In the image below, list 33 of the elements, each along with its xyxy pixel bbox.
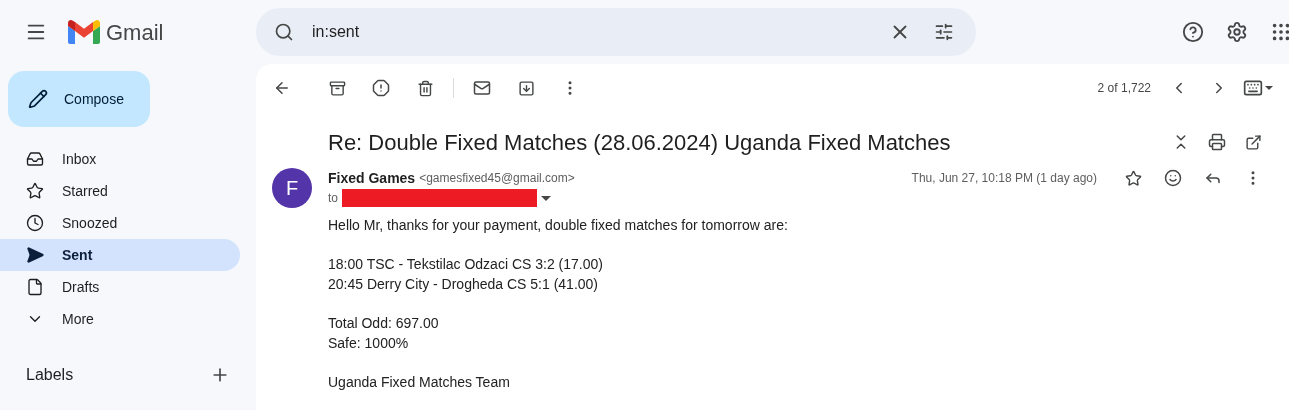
starred-icon bbox=[26, 182, 44, 200]
drafts-icon bbox=[26, 278, 44, 296]
nav-item[interactable]: Snoozed bbox=[0, 207, 240, 239]
search-field[interactable]: in:sent bbox=[256, 8, 976, 56]
body-text: Total Odd: 697.00 bbox=[328, 314, 440, 333]
pagination-count: 2 of 1,722 bbox=[1097, 80, 1151, 97]
app-name: Gmail bbox=[106, 18, 164, 47]
nav-item[interactable]: Sent bbox=[0, 239, 240, 271]
nav-item[interactable]: Drafts bbox=[0, 271, 240, 303]
message-subject: Re: Double Fixed Matches (28.06.2024) Uganda Fixed Matches bbox=[328, 128, 952, 157]
body-text: Safe: 1000% bbox=[328, 334, 410, 353]
body-text: 18:00 TSC - Tekstilac Odzaci CS 3:2 (17.00) bbox=[328, 255, 604, 274]
body-text: 20:45 Derry City - Drogheda CS 5:1 (41.00) bbox=[328, 275, 599, 294]
to-label: to bbox=[328, 190, 338, 207]
sent-icon bbox=[26, 246, 44, 264]
message-date: Thu, Jun 27, 10:18 PM (1 day ago) bbox=[911, 170, 1097, 187]
nav-item[interactable]: Inbox bbox=[0, 143, 240, 175]
caret-icon[interactable] bbox=[541, 195, 551, 201]
nav-item[interactable]: More bbox=[0, 303, 240, 335]
sender-avatar: F bbox=[272, 168, 312, 208]
sender-name: Fixed Games bbox=[328, 168, 416, 188]
sender-email: <gamesfixed45@gmail.com> bbox=[419, 170, 575, 187]
labels-heading: Labels bbox=[26, 365, 74, 385]
body-text: Hello Mr, thanks for your payment, double fixed matches for tomorrow are: bbox=[328, 216, 789, 235]
pencil-icon bbox=[28, 89, 48, 109]
compose-button[interactable]: Compose bbox=[8, 71, 150, 127]
keyboard-icon[interactable] bbox=[1243, 78, 1273, 98]
snoozed-icon bbox=[26, 214, 44, 232]
gmail-logo-icon bbox=[68, 20, 100, 44]
body-text: Uganda Fixed Matches Team bbox=[328, 373, 511, 392]
nav-item[interactable]: Starred bbox=[0, 175, 240, 207]
inbox-icon bbox=[26, 150, 44, 168]
search-value: in:sent bbox=[312, 22, 361, 42]
